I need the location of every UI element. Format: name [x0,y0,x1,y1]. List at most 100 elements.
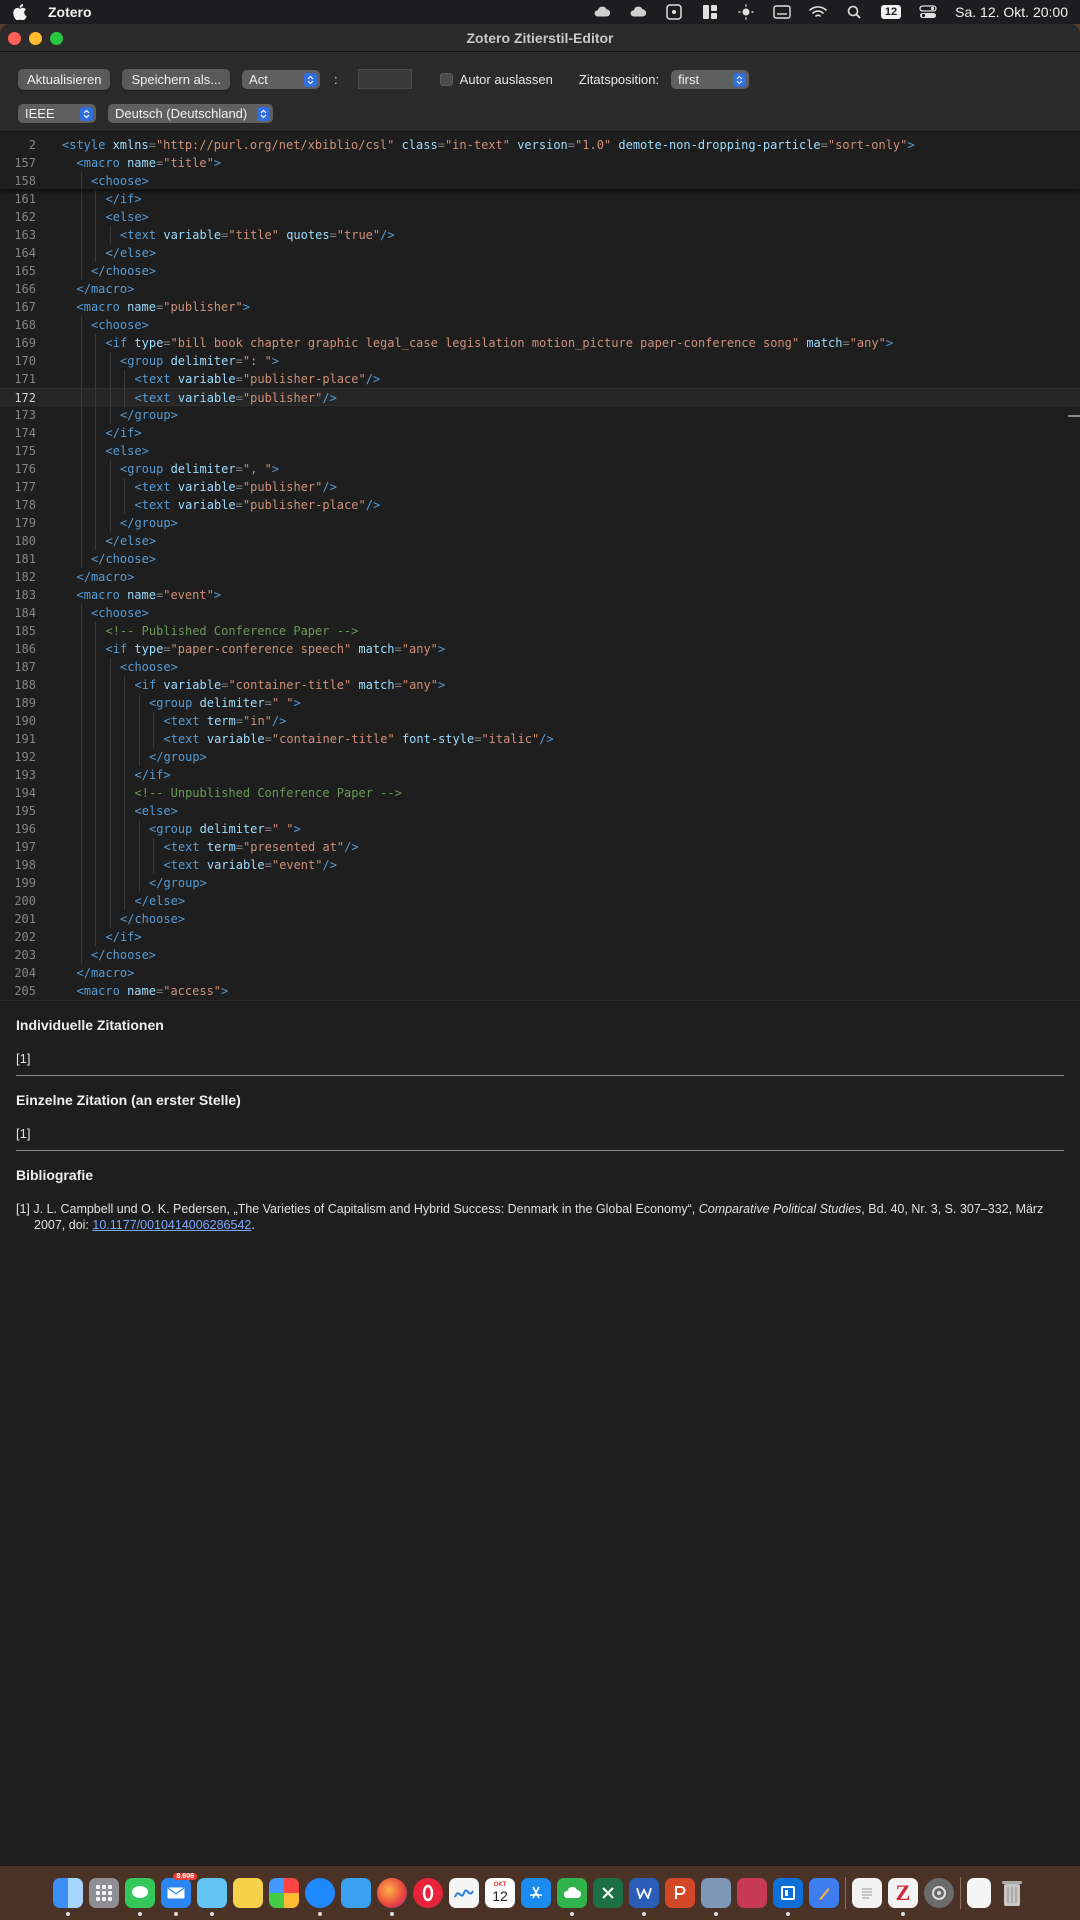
code-line[interactable]: 166 </macro> [0,280,1080,298]
app-name-menu[interactable]: Zotero [48,4,92,20]
code-line[interactable]: 162 <else> [0,208,1080,226]
code-line[interactable]: 182 </macro> [0,568,1080,586]
excel-icon[interactable] [593,1878,623,1908]
zoom-window-button[interactable] [50,32,63,45]
textedit-icon[interactable] [852,1878,882,1908]
files-icon[interactable] [341,1878,371,1908]
code-line[interactable]: 203 </choose> [0,946,1080,964]
code-line[interactable]: 167 <macro name="publisher"> [0,298,1080,316]
code-line[interactable]: 170 <group delimiter=": "> [0,352,1080,370]
finder-icon[interactable] [53,1878,83,1916]
code-line[interactable]: 2 <style xmlns="http://purl.org/net/xbibl… [0,136,1080,154]
cloud-app-icon[interactable] [557,1878,587,1916]
calendar-badge[interactable]: 12 [880,5,902,19]
app-store-icon[interactable] [521,1878,551,1908]
locale-select[interactable]: Deutsch (Deutschland) [108,103,274,123]
preview-icon[interactable] [701,1878,731,1916]
maps-icon[interactable] [197,1878,227,1916]
freeform-icon[interactable] [449,1878,479,1908]
code-line[interactable]: 180 </else> [0,532,1080,550]
code-line[interactable]: 161 </if> [0,190,1080,208]
pages-icon[interactable] [809,1878,839,1908]
spotlight-search-icon[interactable] [845,5,863,19]
citation-position-select[interactable]: first [671,69,750,89]
code-line[interactable]: 183 <macro name="event"> [0,586,1080,604]
powerpoint-icon[interactable] [665,1878,695,1908]
trash-icon[interactable] [997,1878,1027,1908]
style-select[interactable]: IEEE [18,103,96,123]
brightness-icon[interactable] [737,4,755,20]
save-as-button[interactable]: Speichern als... [122,68,231,90]
cloud-icon[interactable] [593,5,611,19]
code-line[interactable]: 200 </else> [0,892,1080,910]
minimize-window-button[interactable] [29,32,42,45]
calendar-icon[interactable]: OKT 12 [485,1878,515,1908]
code-line[interactable]: 186 <if type="paper-conference speech" ma… [0,640,1080,658]
control-center-icon[interactable] [919,5,937,19]
code-line[interactable]: 163 <text variable="title" quotes="true"/… [0,226,1080,244]
code-line[interactable]: 177 <text variable="publisher"/> [0,478,1080,496]
code-line[interactable]: 194 <!-- Unpublished Conference Paper --> [0,784,1080,802]
zotero-icon[interactable]: Z [888,1878,918,1916]
code-line[interactable]: 188 <if variable="container-title" match=… [0,676,1080,694]
window-layout-icon[interactable] [701,5,719,19]
code-line[interactable]: 192 </group> [0,748,1080,766]
safari-icon[interactable] [305,1878,335,1916]
code-line[interactable]: 197 <text term="presented at"/> [0,838,1080,856]
locator-type-select[interactable]: Act [242,69,321,89]
code-line[interactable]: 199 </group> [0,874,1080,892]
code-line[interactable]: 172 <text variable="publisher"/> [0,388,1080,407]
code-line[interactable]: 191 <text variable="container-title" font… [0,730,1080,748]
code-line[interactable]: 157 <macro name="title"> [0,154,1080,172]
code-line[interactable]: 164 </else> [0,244,1080,262]
mail-icon[interactable]: 8.606 [161,1873,197,1916]
close-window-button[interactable] [8,32,21,45]
locator-value-input[interactable] [357,69,412,89]
apple-menu-icon[interactable] [12,4,28,21]
firefox-icon[interactable] [377,1878,407,1916]
wifi-icon[interactable] [809,5,827,19]
code-line[interactable]: 168 <choose> [0,316,1080,334]
code-line[interactable]: 187 <choose> [0,658,1080,676]
menu-clock[interactable]: Sa. 12. Okt. 20:00 [955,4,1068,20]
cloud-sync-icon[interactable] [629,5,647,19]
notes-icon[interactable] [233,1878,263,1908]
code-line[interactable]: 190 <text term="in"/> [0,712,1080,730]
code-line[interactable]: 205 <macro name="access"> [0,982,1080,1000]
launchpad-icon[interactable] [89,1878,119,1908]
code-line[interactable]: 175 <else> [0,442,1080,460]
code-line[interactable]: 171 <text variable="publisher-place"/> [0,370,1080,388]
code-line[interactable]: 169 <if type="bill book chapter graphic l… [0,334,1080,352]
document-icon[interactable] [967,1878,991,1908]
suppress-author-checkbox[interactable] [439,72,453,86]
doi-link[interactable]: 10.1177/0010414006286542 [92,1218,251,1232]
code-line[interactable]: 174 </if> [0,424,1080,442]
code-line[interactable]: 204 </macro> [0,964,1080,982]
code-line[interactable]: 201 </choose> [0,910,1080,928]
code-line[interactable]: 185 <!-- Published Conference Paper --> [0,622,1080,640]
acrobat-icon[interactable] [737,1878,767,1908]
messages-icon[interactable] [125,1878,155,1916]
code-line[interactable]: 181 </choose> [0,550,1080,568]
code-line[interactable]: 202 </if> [0,928,1080,946]
screenshot-icon[interactable] [665,4,683,20]
code-line[interactable]: 173 </group> [0,406,1080,424]
refresh-button[interactable]: Aktualisieren [18,68,111,90]
code-line[interactable]: 178 <text variable="publisher-place"/> [0,496,1080,514]
code-line[interactable]: 184 <choose> [0,604,1080,622]
photos-icon[interactable] [269,1878,299,1908]
code-line[interactable]: 176 <group delimiter=", "> [0,460,1080,478]
word-icon[interactable] [629,1878,659,1916]
code-line[interactable]: 198 <text variable="event"/> [0,856,1080,874]
code-line[interactable]: 179 </group> [0,514,1080,532]
csl-code-editor[interactable]: 2 <style xmlns="http://purl.org/net/xbibl… [0,132,1080,1000]
planner-icon[interactable] [773,1878,803,1916]
code-line[interactable]: 196 <group delimiter=" "> [0,820,1080,838]
scrollbar-cursor-marker[interactable] [1068,415,1080,417]
keyboard-input-icon[interactable] [773,5,791,19]
code-line[interactable]: 189 <group delimiter=" "> [0,694,1080,712]
code-line[interactable]: 165 </choose> [0,262,1080,280]
opera-icon[interactable] [413,1878,443,1908]
code-line[interactable]: 193 </if> [0,766,1080,784]
code-line[interactable]: 195 <else> [0,802,1080,820]
